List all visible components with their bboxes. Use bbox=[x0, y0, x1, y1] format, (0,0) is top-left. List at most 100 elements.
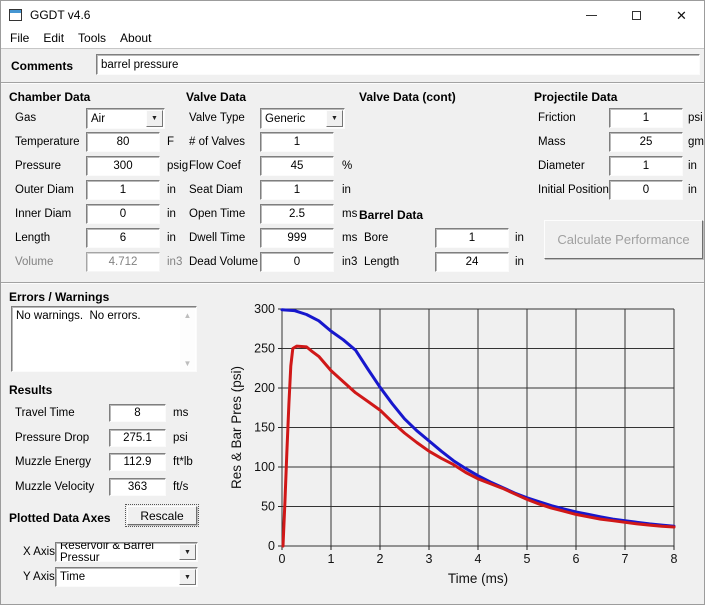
inner-diam-unit: in bbox=[167, 208, 176, 220]
length-input[interactable]: 24 bbox=[435, 252, 509, 272]
dwell-time-label: Dwell Time bbox=[189, 232, 245, 244]
of-valves-label: # of Valves bbox=[189, 136, 245, 148]
y-axis-combo[interactable]: Time ▼ bbox=[55, 567, 198, 587]
muzzle-velocity-label: Muzzle Velocity bbox=[15, 481, 94, 493]
mass-unit: gm bbox=[688, 136, 704, 148]
svg-text:7: 7 bbox=[622, 552, 629, 566]
temperature-value: 80 bbox=[87, 133, 159, 151]
open-time-unit: ms bbox=[342, 208, 357, 220]
plotted-data-axes-header: Plotted Data Axes bbox=[9, 511, 111, 525]
inner-diam-value: 0 bbox=[87, 205, 159, 223]
chevron-down-icon[interactable]: ▼ bbox=[146, 110, 163, 127]
rescale-button[interactable]: Rescale bbox=[125, 504, 199, 527]
gas-combo[interactable]: Air▼ bbox=[86, 108, 165, 129]
close-icon[interactable]: ✕ bbox=[659, 1, 704, 29]
valve-type-label: Valve Type bbox=[189, 112, 245, 124]
pressure-input[interactable]: 300 bbox=[86, 156, 160, 176]
dwell-time-input[interactable]: 999 bbox=[260, 228, 334, 248]
menu-about[interactable]: About bbox=[113, 29, 158, 48]
travel-time-input[interactable]: 8 bbox=[109, 404, 166, 422]
projectile-data-header: Projectile Data bbox=[534, 90, 617, 104]
diameter-label: Diameter bbox=[538, 160, 585, 172]
initial-position-input[interactable]: 0 bbox=[609, 180, 683, 200]
form-icon bbox=[9, 9, 23, 22]
separator-top bbox=[1, 82, 705, 84]
scroll-down-icon[interactable]: ▼ bbox=[180, 356, 195, 370]
svg-text:150: 150 bbox=[254, 421, 275, 435]
dwell-time-value: 999 bbox=[261, 229, 333, 247]
mass-input[interactable]: 25 bbox=[609, 132, 683, 152]
valve-data-cont-header: Valve Data (cont) bbox=[359, 90, 456, 104]
minimize-icon[interactable] bbox=[569, 1, 614, 29]
pressure-label: Pressure bbox=[15, 160, 61, 172]
muzzle-velocity-unit: ft/s bbox=[173, 481, 188, 493]
volume-value: 4.712 bbox=[87, 253, 159, 271]
chevron-down-icon[interactable]: ▼ bbox=[179, 544, 196, 560]
outer-diam-input[interactable]: 1 bbox=[86, 180, 160, 200]
valve-data-header: Valve Data bbox=[186, 90, 246, 104]
errors-warnings-box[interactable]: No warnings. No errors. ▲ ▼ bbox=[11, 306, 197, 372]
x-axis-label: X Axis bbox=[23, 546, 55, 558]
calculate-performance-button[interactable]: Calculate Performance bbox=[544, 220, 703, 259]
muzzle-velocity-value: 363 bbox=[110, 479, 165, 495]
friction-input[interactable]: 1 bbox=[609, 108, 683, 128]
svg-text:8: 8 bbox=[671, 552, 678, 566]
x-axis-combo[interactable]: Reservoir & Barrel Pressur ▼ bbox=[55, 542, 198, 562]
open-time-label: Open Time bbox=[189, 208, 245, 220]
comments-label: Comments bbox=[11, 59, 73, 73]
valve-type-combo[interactable]: Generic▼ bbox=[260, 108, 345, 129]
outer-diam-value: 1 bbox=[87, 181, 159, 199]
separator-middle bbox=[1, 282, 705, 284]
menu-edit[interactable]: Edit bbox=[36, 29, 71, 48]
svg-text:200: 200 bbox=[254, 381, 275, 395]
length-input[interactable]: 6 bbox=[86, 228, 160, 248]
temperature-input[interactable]: 80 bbox=[86, 132, 160, 152]
scroll-up-icon[interactable]: ▲ bbox=[180, 308, 195, 322]
initial-position-value: 0 bbox=[610, 181, 682, 199]
muzzle-energy-input[interactable]: 112.9 bbox=[109, 453, 166, 471]
comments-input[interactable]: barrel pressure bbox=[96, 54, 700, 75]
open-time-input[interactable]: 2.5 bbox=[260, 204, 334, 224]
bore-input[interactable]: 1 bbox=[435, 228, 509, 248]
pressure-drop-label: Pressure Drop bbox=[15, 432, 89, 444]
volume-input[interactable]: 4.712 bbox=[86, 252, 160, 272]
of-valves-value: 1 bbox=[261, 133, 333, 151]
temperature-label: Temperature bbox=[15, 136, 80, 148]
of-valves-input[interactable]: 1 bbox=[260, 132, 334, 152]
length-unit: in bbox=[515, 256, 524, 268]
results-header: Results bbox=[9, 383, 52, 397]
muzzle-velocity-input[interactable]: 363 bbox=[109, 478, 166, 496]
pressure-value: 300 bbox=[87, 157, 159, 175]
chevron-down-icon[interactable]: ▼ bbox=[326, 110, 343, 127]
muzzle-energy-value: 112.9 bbox=[110, 454, 165, 470]
svg-text:5: 5 bbox=[524, 552, 531, 566]
svg-text:3: 3 bbox=[426, 552, 433, 566]
flow-coef-input[interactable]: 45 bbox=[260, 156, 334, 176]
length-value: 6 bbox=[87, 229, 159, 247]
dead-volume-input[interactable]: 0 bbox=[260, 252, 334, 272]
menu-tools[interactable]: Tools bbox=[71, 29, 113, 48]
outer-diam-unit: in bbox=[167, 184, 176, 196]
volume-label: Volume bbox=[15, 256, 53, 268]
errors-scrollbar[interactable]: ▲ ▼ bbox=[180, 308, 195, 370]
volume-unit: in3 bbox=[167, 256, 182, 268]
svg-text:1: 1 bbox=[328, 552, 335, 566]
open-time-value: 2.5 bbox=[261, 205, 333, 223]
seat-diam-input[interactable]: 1 bbox=[260, 180, 334, 200]
diameter-input[interactable]: 1 bbox=[609, 156, 683, 176]
pressure-drop-value: 275.1 bbox=[110, 430, 165, 446]
barrel-data-header: Barrel Data bbox=[359, 208, 423, 222]
menu-file[interactable]: File bbox=[10, 29, 36, 48]
initial-position-label: Initial Position bbox=[538, 184, 609, 196]
svg-text:50: 50 bbox=[261, 500, 275, 514]
seat-diam-value: 1 bbox=[261, 181, 333, 199]
svg-text:2: 2 bbox=[377, 552, 384, 566]
chevron-down-icon[interactable]: ▼ bbox=[179, 569, 196, 585]
maximize-icon[interactable] bbox=[614, 1, 659, 29]
length-unit: in bbox=[167, 232, 176, 244]
seat-diam-label: Seat Diam bbox=[189, 184, 243, 196]
bore-unit: in bbox=[515, 232, 524, 244]
pressure-drop-input[interactable]: 275.1 bbox=[109, 429, 166, 447]
inner-diam-input[interactable]: 0 bbox=[86, 204, 160, 224]
svg-text:6: 6 bbox=[573, 552, 580, 566]
